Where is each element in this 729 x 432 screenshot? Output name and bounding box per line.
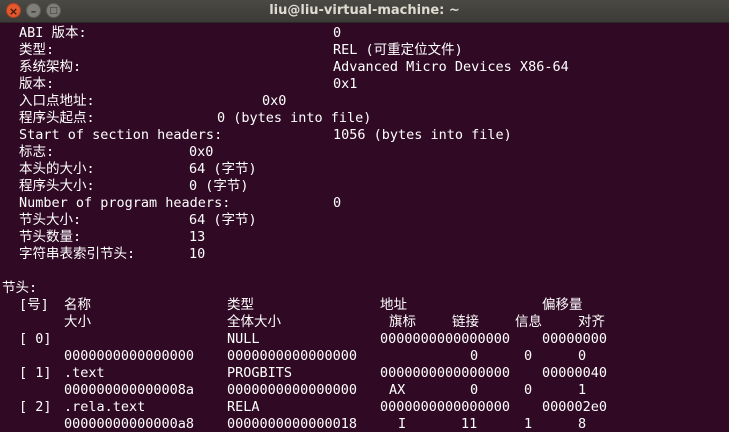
header-label: 节头大小:: [19, 212, 82, 228]
section-entsize: 0000000000000000: [227, 348, 358, 364]
header-value: Advanced Micro Devices X86-64: [333, 59, 569, 75]
section-headers-title: 节头:: [2, 280, 38, 296]
section-type: NULL: [227, 331, 260, 347]
header-value: 0x0: [189, 144, 214, 160]
column-header-type: 类型: [227, 297, 254, 313]
header-value: 64 (字节): [189, 212, 257, 228]
header-label: ABI 版本:: [19, 25, 87, 41]
section-align: 1: [578, 382, 587, 398]
section-info: 0: [524, 348, 533, 364]
section-size: 00000000000000a8: [64, 416, 195, 432]
section-link: 0: [470, 348, 479, 364]
section-num: [ 1]: [19, 365, 52, 381]
header-label: 本头的大小:: [19, 161, 95, 177]
section-address: 0000000000000000: [380, 399, 511, 415]
column-header-offset: 偏移量: [542, 297, 583, 313]
section-offset: 000002e0: [542, 399, 608, 415]
header-label: 节头数量:: [19, 229, 82, 245]
header-label: 系统架构:: [19, 59, 82, 75]
header-label: 标志:: [19, 144, 55, 160]
column-header-flags: 旗标: [389, 314, 416, 330]
section-size: 0000000000000000: [64, 348, 195, 364]
terminal-window: × – □ liu@liu-virtual-machine: ~ ABI 版本:…: [0, 0, 729, 432]
section-info: 1: [524, 416, 533, 432]
section-address: 0000000000000000: [380, 365, 511, 381]
section-link: 0: [470, 382, 479, 398]
header-label: 版本:: [19, 76, 55, 92]
section-num: [ 0]: [19, 331, 52, 347]
header-value: 10: [189, 246, 206, 262]
terminal-output[interactable]: ABI 版本: 0 类型: REL (可重定位文件) 系统架构: Advance…: [0, 23, 729, 432]
header-value: 0: [333, 195, 342, 211]
header-label: 类型:: [19, 42, 55, 58]
header-value: REL (可重定位文件): [333, 42, 463, 58]
header-value: 0 (字节): [189, 178, 249, 194]
column-header-name: 名称: [64, 297, 91, 313]
column-header-num: [号]: [19, 297, 49, 313]
header-label: Start of section headers:: [19, 127, 223, 143]
section-offset: 00000000: [542, 331, 608, 347]
section-address: 0000000000000000: [380, 331, 511, 347]
window-title: liu@liu-virtual-machine: ~: [269, 3, 460, 18]
section-align: 8: [578, 416, 587, 432]
header-value: 0x1: [333, 76, 358, 92]
section-link: 11: [461, 416, 478, 432]
header-label: 程序头起点:: [19, 110, 95, 126]
column-header-address: 地址: [380, 297, 407, 313]
header-label: Number of program headers:: [19, 195, 231, 211]
section-align: 0: [578, 348, 587, 364]
section-flags: AX: [389, 382, 406, 398]
section-name: .text: [64, 365, 105, 381]
section-size: 000000000000008a: [64, 382, 195, 398]
column-header-size: 大小: [64, 314, 91, 330]
section-type: PROGBITS: [227, 365, 293, 381]
section-type: RELA: [227, 399, 260, 415]
section-info: 0: [524, 382, 533, 398]
header-value: 64 (字节): [189, 161, 257, 177]
header-value: 1056 (bytes into file): [333, 127, 512, 143]
section-entsize: 0000000000000000: [227, 382, 358, 398]
section-flags: I: [398, 416, 407, 432]
header-value: 13: [189, 229, 206, 245]
section-offset: 00000040: [542, 365, 608, 381]
section-entsize: 0000000000000018: [227, 416, 358, 432]
column-header-info: 信息: [515, 314, 542, 330]
header-value: 0 (bytes into file): [217, 110, 372, 126]
header-label: 入口点地址:: [19, 93, 95, 109]
section-num: [ 2]: [19, 399, 52, 415]
header-value: 0x0: [262, 93, 287, 109]
section-name: .rela.text: [64, 399, 146, 415]
header-label: 字符串表索引节头:: [19, 246, 136, 262]
column-header-align: 对齐: [578, 314, 605, 330]
header-label: 程序头大小:: [19, 178, 95, 194]
column-header-entsize: 全体大小: [227, 314, 281, 330]
column-header-link: 链接: [452, 314, 479, 330]
header-value: 0: [333, 25, 342, 41]
title-bar[interactable]: × – □ liu@liu-virtual-machine: ~: [0, 0, 729, 23]
